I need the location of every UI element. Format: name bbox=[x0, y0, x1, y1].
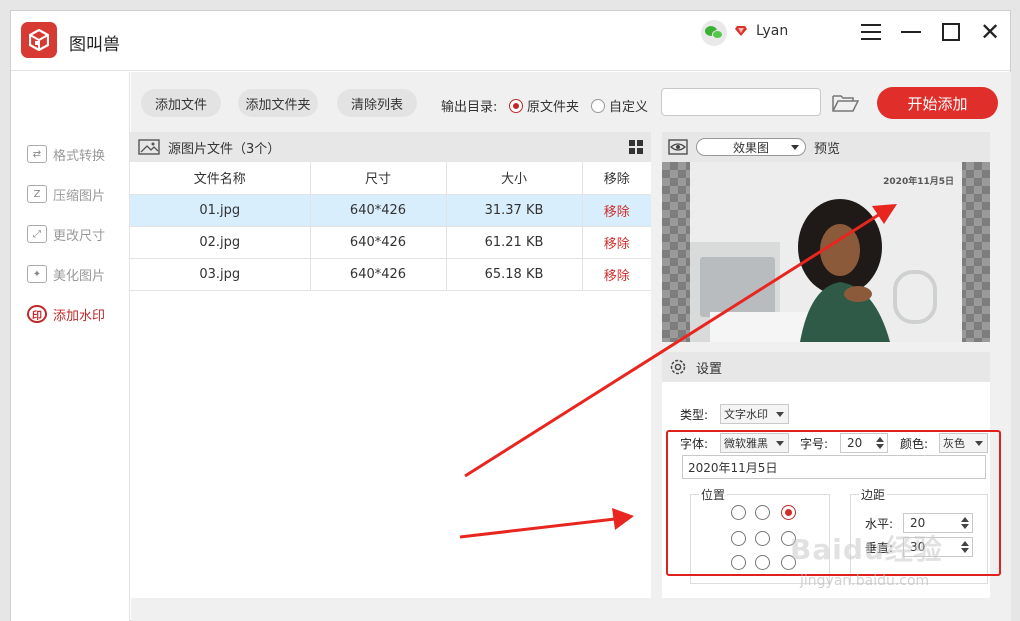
preview-panel: 效果图 预览 2020年11月5日 bbox=[662, 132, 990, 342]
output-dir-label: 输出目录: bbox=[441, 100, 498, 115]
type-value: 文字水印 bbox=[724, 408, 768, 421]
stamp-icon: 印 bbox=[27, 305, 47, 323]
sidebar-item-label: 美化图片 bbox=[53, 268, 106, 284]
vip-gem-icon bbox=[735, 26, 747, 36]
file-dims-cell: 640*426 bbox=[310, 226, 447, 259]
radio-label: 自定义 bbox=[609, 100, 649, 115]
table-row[interactable]: 02.jpg 640*426 61.21 KB 移除 bbox=[130, 226, 651, 259]
output-path-input[interactable] bbox=[661, 88, 821, 116]
source-files-panel: 源图片文件（3个） 文件名称 尺寸 大小 移除 01.jpg 640*426 3… bbox=[130, 132, 651, 598]
sidebar-item-label: 更改尺寸 bbox=[53, 228, 106, 244]
file-size-cell: 65.18 KB bbox=[446, 258, 583, 291]
settings-title: 设置 bbox=[696, 361, 723, 377]
open-folder-icon[interactable] bbox=[831, 92, 859, 114]
remove-link[interactable]: 移除 bbox=[582, 226, 651, 259]
file-dims-cell: 640*426 bbox=[310, 194, 447, 227]
app-logo bbox=[21, 22, 57, 58]
file-name-cell: 02.jpg bbox=[130, 226, 311, 259]
sidebar-item-resize[interactable]: ⤢ 更改尺寸 bbox=[27, 224, 105, 244]
sidebar-item-watermark[interactable]: 印 添加水印 bbox=[27, 304, 105, 324]
table-row[interactable]: 03.jpg 640*426 65.18 KB 移除 bbox=[130, 258, 651, 291]
radio-original-folder[interactable]: 原文件夹 bbox=[509, 96, 579, 115]
radio-custom-folder[interactable]: 自定义 bbox=[591, 96, 648, 115]
source-files-header: 源图片文件（3个） bbox=[130, 132, 651, 162]
radio-dot[interactable] bbox=[509, 98, 523, 113]
remove-link[interactable]: 移除 bbox=[582, 258, 651, 291]
username[interactable]: Lyan bbox=[756, 23, 788, 39]
sidebar-item-label: 格式转换 bbox=[53, 148, 106, 164]
image-icon bbox=[138, 139, 160, 155]
convert-icon: ⇄ bbox=[27, 145, 47, 163]
gear-icon bbox=[670, 359, 686, 375]
file-table: 文件名称 尺寸 大小 移除 01.jpg 640*426 31.37 KB 移除… bbox=[130, 162, 651, 291]
file-size-cell: 61.21 KB bbox=[446, 226, 583, 259]
sparkle-icon: ✦ bbox=[27, 265, 47, 283]
chevron-down-icon bbox=[776, 412, 784, 417]
start-add-button[interactable]: 开始添加 bbox=[877, 87, 998, 119]
file-name-cell: 01.jpg bbox=[130, 194, 311, 227]
file-size-cell: 31.37 KB bbox=[446, 194, 583, 227]
file-name-cell: 03.jpg bbox=[130, 258, 311, 291]
maximize-icon[interactable] bbox=[939, 21, 963, 43]
sidebar-item-beautify[interactable]: ✦ 美化图片 bbox=[27, 264, 105, 284]
preview-image: 2020年11月5日 bbox=[690, 162, 962, 342]
preview-header: 效果图 预览 bbox=[662, 132, 990, 162]
remove-link[interactable]: 移除 bbox=[582, 194, 651, 227]
column-header: 文件名称 bbox=[130, 162, 311, 195]
watermark-preview-text: 2020年11月5日 bbox=[883, 177, 954, 187]
sidebar-item-compress[interactable]: Z 压缩图片 bbox=[27, 184, 105, 204]
column-header: 尺寸 bbox=[310, 162, 447, 195]
preview-mode-value: 效果图 bbox=[732, 140, 769, 155]
portrait-photo bbox=[690, 162, 962, 342]
app-name: 图叫兽 bbox=[69, 35, 120, 55]
toolbar: 添加文件 添加文件夹 清除列表 输出目录: 原文件夹 自定义 开始添加 bbox=[131, 72, 1011, 138]
table-header-row: 文件名称 尺寸 大小 移除 bbox=[130, 162, 651, 195]
grid-view-icon[interactable] bbox=[629, 140, 643, 154]
preview-mode-select[interactable]: 效果图 bbox=[696, 138, 806, 156]
settings-header: 设置 bbox=[662, 352, 990, 382]
chevron-down-icon bbox=[791, 145, 799, 150]
add-file-button[interactable]: 添加文件 bbox=[141, 89, 221, 117]
table-row[interactable]: 01.jpg 640*426 31.37 KB 移除 bbox=[130, 194, 651, 227]
eye-icon bbox=[668, 139, 688, 155]
sidebar-item-label: 压缩图片 bbox=[53, 188, 106, 204]
radio-dot[interactable] bbox=[591, 98, 605, 113]
radio-label: 原文件夹 bbox=[527, 100, 580, 115]
column-header: 移除 bbox=[582, 162, 651, 195]
resize-icon: ⤢ bbox=[27, 225, 47, 243]
compress-icon: Z bbox=[27, 185, 47, 203]
baidu-watermark: Baidu经验 bbox=[790, 533, 943, 566]
wechat-icon[interactable] bbox=[701, 20, 727, 46]
sidebar-item-label: 添加水印 bbox=[53, 308, 106, 324]
sidebar: ⇄ 格式转换 Z 压缩图片 ⤢ 更改尺寸 ✦ 美化图片 印 添加水印 bbox=[11, 72, 130, 621]
watermark-type-select[interactable]: 文字水印 bbox=[720, 404, 789, 424]
sidebar-item-format-convert[interactable]: ⇄ 格式转换 bbox=[27, 144, 105, 164]
title-bar: 图叫兽 Lyan ✕ bbox=[11, 11, 1010, 71]
column-header: 大小 bbox=[446, 162, 583, 195]
clear-list-button[interactable]: 清除列表 bbox=[337, 89, 417, 117]
baidu-watermark-url: jingyan.baidu.com bbox=[800, 573, 930, 589]
source-files-title: 源图片文件（3个） bbox=[168, 141, 281, 157]
add-folder-button[interactable]: 添加文件夹 bbox=[238, 89, 318, 117]
minimize-icon[interactable] bbox=[899, 21, 923, 43]
type-label: 类型: bbox=[680, 408, 709, 422]
menu-icon[interactable] bbox=[859, 21, 883, 43]
preview-label: 预览 bbox=[814, 141, 841, 157]
file-dims-cell: 640*426 bbox=[310, 258, 447, 291]
cube-logo-icon bbox=[29, 29, 49, 51]
close-icon[interactable]: ✕ bbox=[978, 20, 1002, 44]
